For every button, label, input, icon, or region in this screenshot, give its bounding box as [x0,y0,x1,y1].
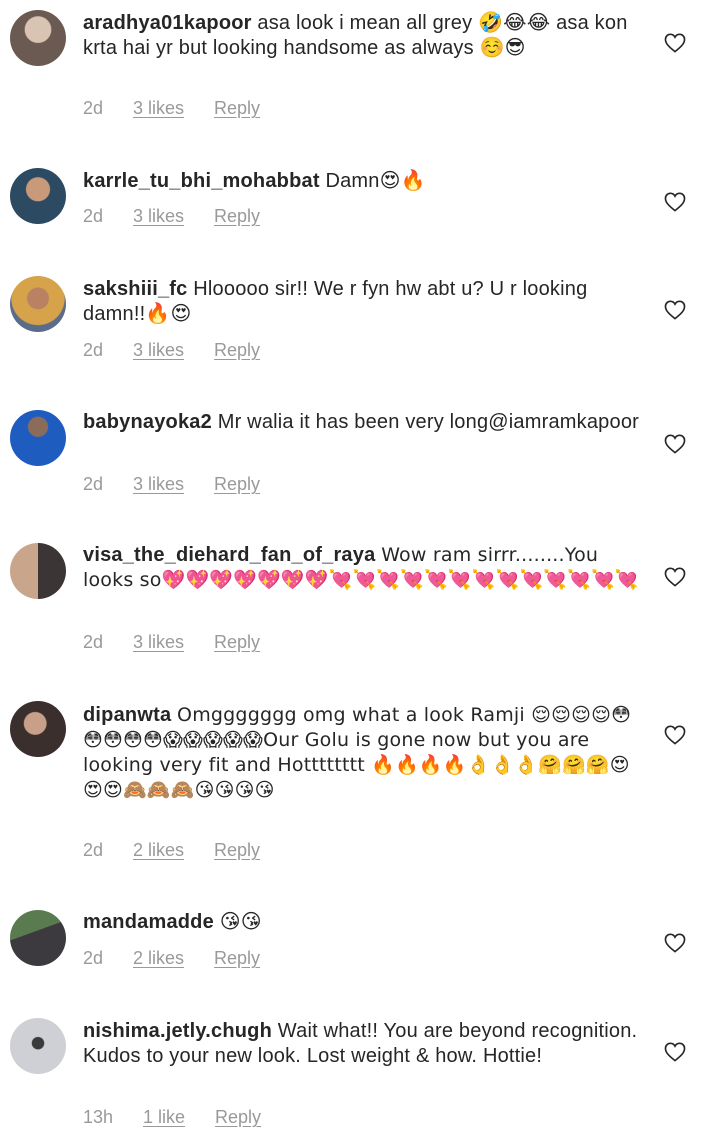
comment-username[interactable]: babynayoka2 [83,411,212,433]
heart-icon[interactable] [664,1042,686,1062]
comment-time: 2d [83,340,104,360]
avatar[interactable] [10,10,66,66]
comment-text: babynayoka2 Mr walia it has been very lo… [83,410,643,435]
comment-time: 2d [83,840,104,860]
comment-time: 2d [83,474,104,494]
comment-text: visa_the_diehard_fan_of_raya Wow ram sir… [83,543,643,593]
reply-button[interactable]: Reply [214,97,260,119]
comment-time: 13h [83,1107,114,1127]
comment-username[interactable]: mandamadde [83,911,214,933]
comment-text: karrle_tu_bhi_mohabbat Damn😍🔥 [83,169,643,194]
likes-count[interactable]: 3 likes [133,205,184,227]
comment-meta: 2d 3 likes Reply [83,339,260,361]
comment-time: 2d [83,206,104,226]
reply-button[interactable]: Reply [214,339,260,361]
avatar[interactable] [10,1018,66,1074]
avatar[interactable] [10,543,66,599]
likes-count[interactable]: 1 like [143,1106,185,1128]
comment-time: 2d [83,948,104,968]
reply-button[interactable]: Reply [214,631,260,653]
heart-icon[interactable] [664,567,686,587]
avatar[interactable] [10,910,66,966]
comment-username[interactable]: aradhya01kapoor [83,12,252,34]
comment-time: 2d [83,632,104,652]
avatar[interactable] [10,276,66,332]
comment-meta: 2d 2 likes Reply [83,947,260,969]
comment-text: dipanwta Omggggggg omg what a look Ramji… [83,703,643,803]
comment-meta: 2d 2 likes Reply [83,839,260,861]
avatar[interactable] [10,701,66,757]
likes-count[interactable]: 3 likes [133,473,184,495]
comment-meta: 2d 3 likes Reply [83,473,260,495]
comment-meta: 2d 3 likes Reply [83,631,260,653]
comment-time: 2d [83,98,104,118]
heart-icon[interactable] [664,434,686,454]
reply-button[interactable]: Reply [214,947,260,969]
avatar[interactable] [10,168,66,224]
comment-body: 😘😘 [219,911,262,933]
comment-text: sakshiii_fc Hlooooo sir!! We r fyn hw ab… [83,277,643,327]
likes-count[interactable]: 2 likes [133,839,184,861]
comment-username[interactable]: dipanwta [83,704,171,726]
comment-meta: 13h 1 like Reply [83,1106,261,1128]
reply-button[interactable]: Reply [214,839,260,861]
likes-count[interactable]: 3 likes [133,339,184,361]
reply-button[interactable]: Reply [215,1106,261,1128]
avatar[interactable] [10,410,66,466]
likes-count[interactable]: 3 likes [133,631,184,653]
comment-text: mandamadde 😘😘 [83,910,643,935]
comment-body: Mr walia it has been very long@iamramkap… [217,411,639,433]
comment-text: aradhya01kapoor asa look i mean all grey… [83,11,643,61]
comment-body: Damn😍🔥 [325,170,426,192]
reply-button[interactable]: Reply [214,473,260,495]
comment-text: nishima.jetly.chugh Wait what!! You are … [83,1019,643,1069]
heart-icon[interactable] [664,933,686,953]
comment-username[interactable]: nishima.jetly.chugh [83,1020,272,1042]
heart-icon[interactable] [664,725,686,745]
heart-icon[interactable] [664,192,686,212]
comment-username[interactable]: karrle_tu_bhi_mohabbat [83,170,320,192]
likes-count[interactable]: 2 likes [133,947,184,969]
comment-username[interactable]: visa_the_diehard_fan_of_raya [83,544,375,566]
comment-meta: 2d 3 likes Reply [83,97,260,119]
heart-icon[interactable] [664,300,686,320]
reply-button[interactable]: Reply [214,205,260,227]
likes-count[interactable]: 3 likes [133,97,184,119]
heart-icon[interactable] [664,33,686,53]
comment-username[interactable]: sakshiii_fc [83,278,188,300]
comment-meta: 2d 3 likes Reply [83,205,260,227]
